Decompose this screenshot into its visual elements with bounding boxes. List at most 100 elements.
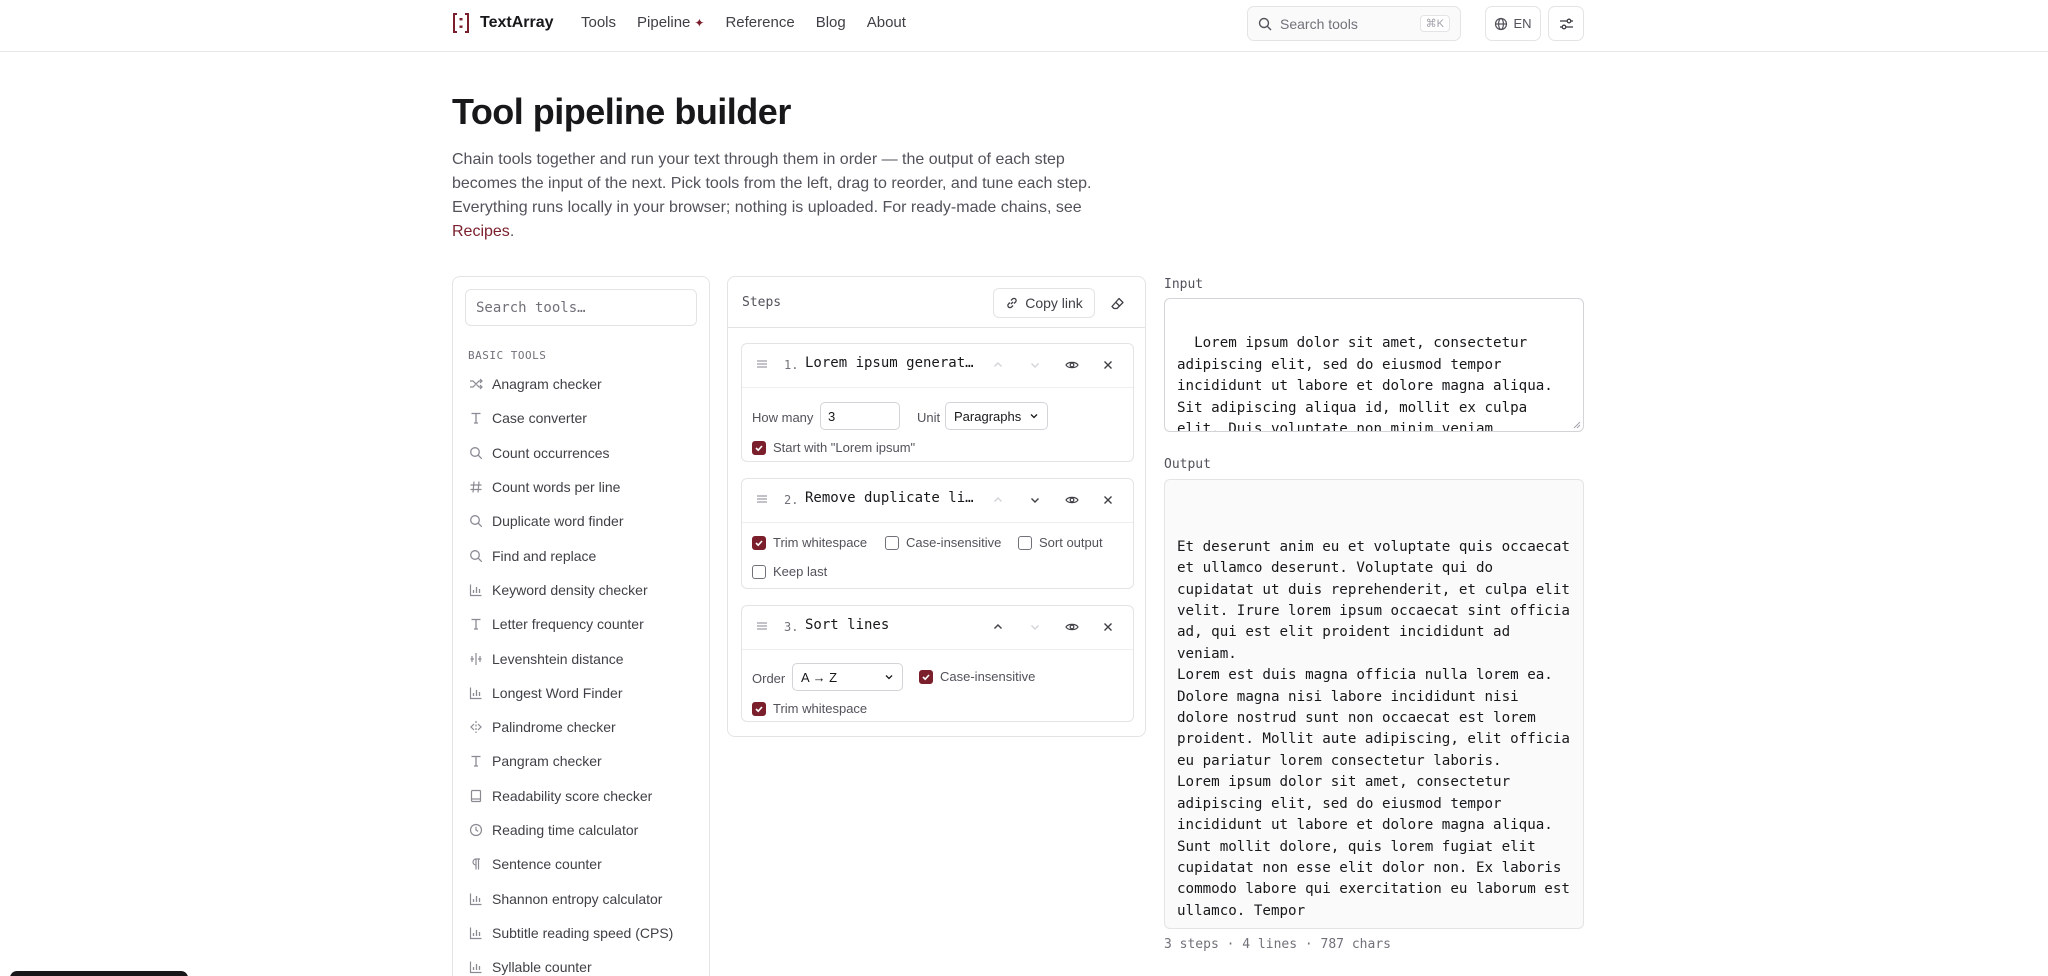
case-insensitive-checkbox[interactable]: Case-insensitive xyxy=(885,535,1001,550)
tool-item[interactable]: Count words per line xyxy=(465,470,699,504)
move-down-button[interactable] xyxy=(1025,490,1045,510)
how-many-label: How many xyxy=(752,410,814,425)
remove-step-button[interactable] xyxy=(1098,355,1118,375)
tool-item[interactable]: Longest Word Finder xyxy=(465,676,699,710)
toggle-preview-button[interactable] xyxy=(1062,617,1082,637)
how-many-input[interactable]: 3 xyxy=(820,402,900,430)
tool-item[interactable]: Find and replace xyxy=(465,538,699,572)
trim-whitespace-checkbox[interactable]: Trim whitespace xyxy=(752,701,867,716)
input-label: Input xyxy=(1164,277,1204,292)
tool-item[interactable]: Anagram checker xyxy=(465,367,699,401)
tool-item[interactable]: Reading time calculator xyxy=(465,813,699,847)
resize-handle-icon[interactable] xyxy=(1571,419,1581,429)
drag-handle-icon[interactable] xyxy=(756,621,768,631)
close-icon xyxy=(1104,361,1112,369)
tool-search-input[interactable]: Search tools… xyxy=(465,289,697,326)
sort-output-label: Sort output xyxy=(1039,535,1103,550)
start-lorem-label: Start with "Lorem ipsum" xyxy=(773,440,916,455)
tool-item[interactable]: Subtitle reading speed (CPS) xyxy=(465,916,699,950)
tool-item[interactable]: Sentence counter xyxy=(465,847,699,881)
keep-last-checkbox[interactable]: Keep last xyxy=(752,564,827,579)
unit-label: Unit xyxy=(917,410,941,425)
tool-item[interactable]: Count occurrences xyxy=(465,436,699,470)
tool-item[interactable]: Pangram checker xyxy=(465,744,699,778)
tool-item-label: Subtitle reading speed (CPS) xyxy=(492,924,674,941)
tool-picker: Search tools… BASIC TOOLS Anagram checke… xyxy=(452,276,710,976)
copy-link-button[interactable]: Copy link xyxy=(993,288,1095,318)
remove-step-button[interactable] xyxy=(1098,617,1118,637)
tool-item-label: Anagram checker xyxy=(492,376,602,393)
chevron-down-icon xyxy=(1031,363,1039,368)
search-icon xyxy=(469,549,483,563)
global-search[interactable]: Search tools ⌘K xyxy=(1247,6,1461,41)
nav-about[interactable]: About xyxy=(867,14,906,31)
nav-tools[interactable]: Tools xyxy=(581,14,616,31)
check-icon xyxy=(755,444,763,451)
drag-handle-icon[interactable] xyxy=(756,494,768,504)
tool-item[interactable]: Case converter xyxy=(465,401,699,435)
unit-select[interactable]: Paragraphs xyxy=(945,402,1048,430)
tool-item-label: Count words per line xyxy=(492,479,621,496)
step-2[interactable]: 2. Remove duplicate lines Trim whitespac… xyxy=(741,478,1134,589)
textarray-logo-icon xyxy=(453,13,469,33)
eye-icon xyxy=(1065,623,1079,631)
move-down-button[interactable] xyxy=(1025,617,1045,637)
sparkle-icon: ✦ xyxy=(694,16,705,30)
move-down-button[interactable] xyxy=(1025,355,1045,375)
tool-item[interactable]: Duplicate word finder xyxy=(465,504,699,538)
case-insensitive-checkbox[interactable]: Case-insensitive xyxy=(919,669,1035,684)
tool-item-label: Longest Word Finder xyxy=(492,684,623,701)
trim-whitespace-checkbox[interactable]: Trim whitespace xyxy=(752,535,867,550)
tool-item[interactable]: Shannon entropy calculator xyxy=(465,881,699,915)
step-3[interactable]: 3. Sort lines Order A → Z Case-insensiti… xyxy=(741,605,1134,722)
chevron-down-icon xyxy=(1031,498,1039,503)
order-label: Order xyxy=(752,671,786,686)
steps-header: Steps Copy link xyxy=(728,277,1145,328)
type-icon xyxy=(469,411,483,425)
start-lorem-checkbox[interactable]: Start with "Lorem ipsum" xyxy=(752,440,915,455)
tool-item-label: Case converter xyxy=(492,410,587,427)
search-icon xyxy=(1258,17,1272,30)
clear-steps-button[interactable] xyxy=(1102,288,1132,318)
tool-item[interactable]: Palindrome checker xyxy=(465,710,699,744)
pilcrow-icon xyxy=(469,857,483,871)
floating-toolbar[interactable] xyxy=(10,971,188,976)
brand-name: TextArray xyxy=(480,14,554,31)
nav-reference[interactable]: Reference xyxy=(725,14,794,31)
tool-item[interactable]: Keyword density checker xyxy=(465,573,699,607)
tool-item[interactable]: Levenshtein distance xyxy=(465,641,699,675)
input-textarea[interactable]: Lorem ipsum dolor sit amet, consectetur … xyxy=(1164,298,1584,432)
brand[interactable]: TextArray xyxy=(452,12,554,34)
tool-item[interactable]: Letter frequency counter xyxy=(465,607,699,641)
language-button[interactable]: EN xyxy=(1485,6,1541,41)
drag-handle-icon[interactable] xyxy=(756,359,768,369)
tool-item-label: Letter frequency counter xyxy=(492,616,644,633)
order-select[interactable]: A → Z xyxy=(792,663,903,691)
top-bar: TextArray Tools Pipeline ✦ Reference Blog… xyxy=(0,0,2048,52)
diff-icon xyxy=(469,652,483,666)
main-nav: Tools Pipeline ✦ Reference Blog About xyxy=(581,14,906,31)
nav-pipeline[interactable]: Pipeline ✦ xyxy=(637,14,704,31)
globe-icon xyxy=(1495,17,1508,30)
step-1[interactable]: 1. Lorem ipsum generator How many 3 Unit… xyxy=(741,343,1134,462)
output-textarea[interactable]: Et deserunt anim eu et voluptate quis oc… xyxy=(1164,479,1584,929)
tool-list: Anagram checker Case converter Count occur… xyxy=(465,367,699,976)
toggle-preview-button[interactable] xyxy=(1062,355,1082,375)
tool-item[interactable]: Syllable counter xyxy=(465,950,699,976)
copy-link-label: Copy link xyxy=(1025,295,1083,311)
tool-group-label: BASIC TOOLS xyxy=(468,349,547,362)
shuffle-icon xyxy=(469,377,483,391)
remove-step-button[interactable] xyxy=(1098,490,1118,510)
move-up-button[interactable] xyxy=(988,617,1008,637)
move-up-button[interactable] xyxy=(988,490,1008,510)
move-up-button[interactable] xyxy=(988,355,1008,375)
tool-item[interactable]: Readability score checker xyxy=(465,779,699,813)
tool-item-label: Readability score checker xyxy=(492,787,653,804)
nav-blog[interactable]: Blog xyxy=(816,14,846,31)
toggle-preview-button[interactable] xyxy=(1062,490,1082,510)
sort-output-checkbox[interactable]: Sort output xyxy=(1018,535,1103,550)
settings-button[interactable] xyxy=(1548,6,1584,41)
recipes-link[interactable]: Recipes xyxy=(452,223,510,240)
keep-last-label: Keep last xyxy=(773,564,828,579)
eye-icon xyxy=(1065,361,1079,369)
